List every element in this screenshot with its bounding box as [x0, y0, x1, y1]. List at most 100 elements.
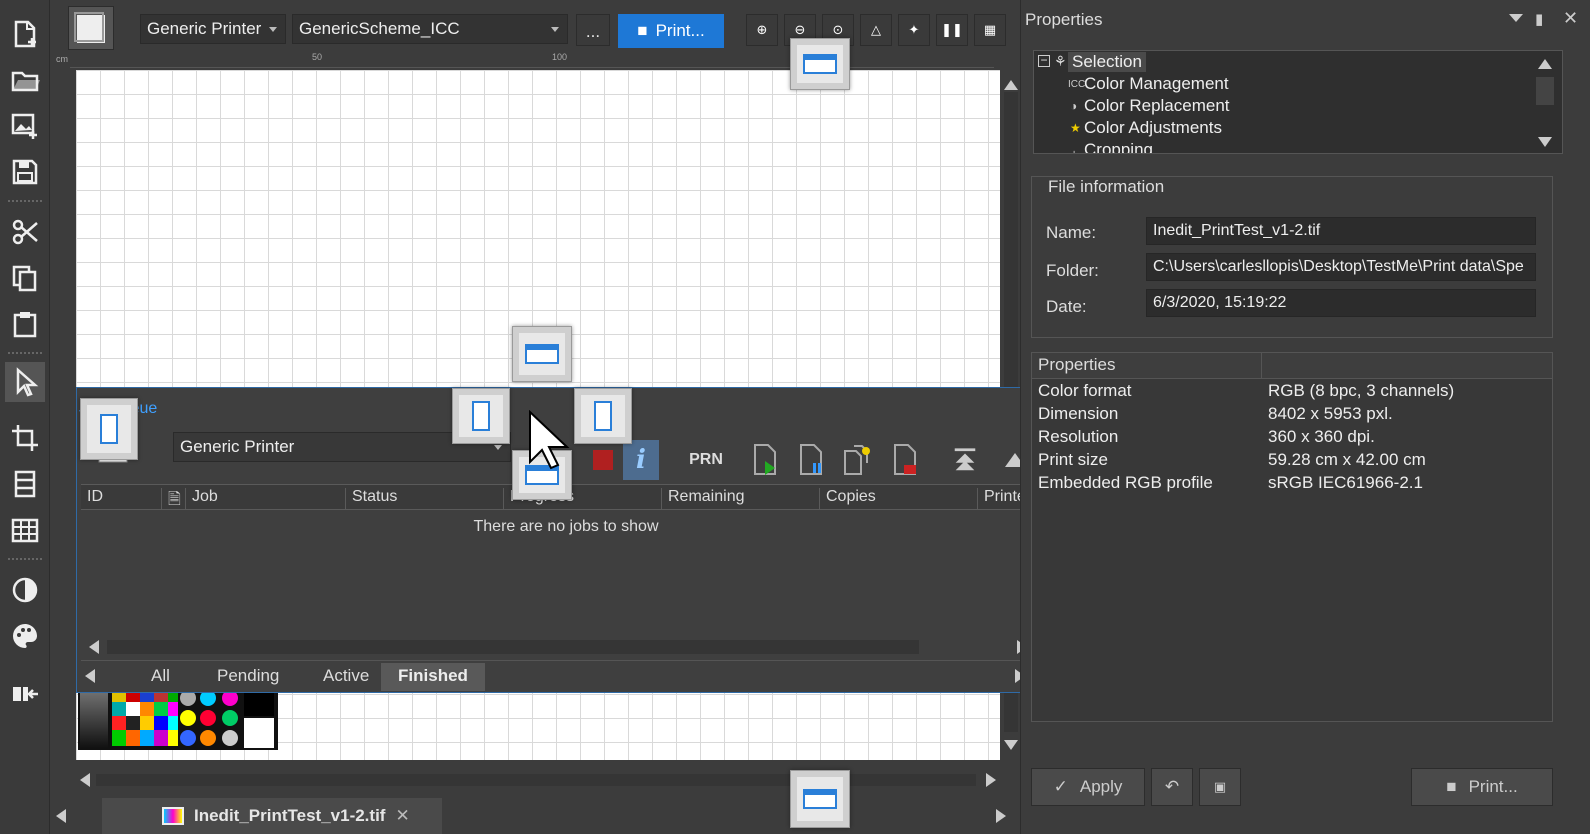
document-tab[interactable]: Inedit_PrintTest_v1-2.tif ✕	[102, 798, 442, 834]
col-status[interactable]: Status	[345, 488, 397, 510]
scroll-right-icon[interactable]	[986, 773, 996, 787]
tree-item-cropping[interactable]: Cropping	[1084, 140, 1153, 153]
duplicate-job-icon[interactable]	[839, 440, 875, 480]
prn-button[interactable]: PRN	[681, 440, 731, 480]
col-job[interactable]: Job	[185, 488, 218, 510]
date-field[interactable]: 6/3/2020, 15:19:22	[1146, 289, 1536, 317]
crop-icon[interactable]	[5, 418, 45, 458]
queue-printer-value: Generic Printer	[180, 437, 295, 456]
job-table-scrollbar[interactable]	[81, 636, 1051, 658]
scroll-left-icon[interactable]	[80, 773, 90, 787]
expand-icon[interactable]: ✦	[898, 14, 930, 46]
scheme-select[interactable]: GenericScheme_ICC	[292, 14, 568, 44]
close-panel-icon[interactable]: ✕	[1563, 8, 1578, 29]
toolbar-separator	[8, 200, 42, 202]
tree-scroll-down-icon[interactable]	[1538, 137, 1552, 147]
printer-icon[interactable]	[68, 6, 114, 50]
copy-icon[interactable]	[5, 258, 45, 298]
pause-job-icon[interactable]	[793, 440, 829, 480]
ruler-vertical	[52, 68, 70, 758]
tree-item-selection[interactable]: Selection	[1068, 52, 1146, 72]
col-remaining[interactable]: Remaining	[661, 488, 744, 510]
dock-top-guide[interactable]	[790, 38, 850, 90]
scroll-down-icon[interactable]	[1004, 740, 1018, 750]
check-icon: ✓	[1053, 777, 1068, 796]
panel-print-button[interactable]: ■ Print...	[1411, 768, 1553, 806]
dock-bottom-guide[interactable]	[790, 770, 850, 828]
ruler-unit: cm	[56, 54, 68, 64]
prop-name: Color format	[1038, 381, 1132, 400]
tree-scroll-up-icon[interactable]	[1538, 59, 1552, 69]
prn-label: PRN	[689, 451, 723, 468]
print-test-thumbnail	[78, 686, 278, 750]
print-button[interactable]: ■ Print...	[618, 14, 724, 48]
paste-icon[interactable]	[5, 304, 45, 344]
color-contrast-icon[interactable]	[5, 570, 45, 610]
palette-icon[interactable]	[5, 616, 45, 656]
info-icon[interactable]: i	[623, 440, 659, 480]
ruler-tick-label: 50	[312, 52, 323, 62]
folder-label: Folder:	[1046, 261, 1099, 280]
dock-center-left-guide[interactable]	[452, 388, 510, 444]
dock-window-icon	[525, 344, 559, 364]
tree-item-color-adjustments[interactable]: Color Adjustments	[1084, 118, 1222, 138]
add-image-icon[interactable]	[5, 106, 45, 146]
col-id[interactable]: ID	[81, 488, 103, 510]
prop-name: Resolution	[1038, 427, 1119, 446]
tab-active[interactable]: Active	[313, 663, 379, 691]
cut-icon[interactable]	[5, 212, 45, 252]
tab-pending[interactable]: Pending	[207, 663, 289, 691]
scroll-track	[107, 640, 919, 654]
tree-scroll-thumb[interactable]	[1536, 77, 1554, 105]
collapse-panel-icon[interactable]	[5, 674, 45, 714]
tree-item-color-management[interactable]: Color Management	[1084, 74, 1229, 94]
open-folder-icon[interactable]	[5, 60, 45, 100]
pointer-tool-icon[interactable]	[5, 362, 45, 402]
undo-icon[interactable]: ↶	[1151, 768, 1193, 806]
tree-item-color-replacement[interactable]: Color Replacement	[1084, 96, 1230, 116]
move-to-top-icon[interactable]	[947, 440, 983, 480]
tabs-scroll-right-icon[interactable]	[996, 809, 1006, 823]
panel-menu-icon[interactable]	[1509, 14, 1523, 22]
save-icon[interactable]	[5, 152, 45, 192]
prop-value: 8402 x 5953 pxl.	[1268, 404, 1393, 423]
delete-job-icon[interactable]	[887, 440, 923, 480]
panel-print-label: Print...	[1468, 777, 1518, 796]
grid-icon[interactable]	[5, 510, 45, 550]
tab-all[interactable]: All	[141, 663, 180, 691]
scroll-up-icon[interactable]	[1004, 80, 1018, 90]
stop-icon[interactable]	[585, 440, 621, 480]
save-small-icon[interactable]: ▣	[1199, 768, 1241, 806]
apply-button[interactable]: ✓ Apply	[1031, 768, 1145, 806]
dock-window-icon	[472, 401, 490, 431]
dock-center-top-guide[interactable]	[512, 326, 572, 382]
date-label: Date:	[1046, 297, 1087, 316]
arrange-icon[interactable]: △	[860, 14, 892, 46]
dock-left-guide[interactable]	[80, 398, 138, 460]
scroll-left-icon[interactable]	[89, 640, 99, 654]
zoom-in-icon[interactable]: ⊕	[746, 14, 778, 46]
start-job-icon[interactable]	[747, 440, 783, 480]
rows-icon[interactable]	[5, 464, 45, 504]
pin-icon[interactable]: ▮	[1535, 10, 1543, 28]
more-button[interactable]: ...	[576, 14, 610, 46]
close-tab-icon[interactable]: ✕	[395, 806, 409, 826]
layout-icon[interactable]: ▦	[974, 14, 1006, 46]
properties-panel: Properties ▮ ✕ − ⚘ Selection ICC Color M…	[1020, 0, 1590, 834]
tabs-left-icon[interactable]	[85, 669, 95, 683]
dock-center-right-guide[interactable]	[574, 388, 632, 444]
name-field[interactable]: Inedit_PrintTest_v1-2.tif	[1146, 217, 1536, 245]
tab-finished[interactable]: Finished	[381, 663, 485, 691]
columns-icon[interactable]: ❚❚	[936, 14, 968, 46]
settings-tree[interactable]: − ⚘ Selection ICC Color Management ◑ Col…	[1033, 50, 1563, 154]
collapse-icon[interactable]: −	[1038, 54, 1050, 67]
col-copies[interactable]: Copies	[819, 488, 876, 510]
printer-small-icon: ■	[637, 21, 648, 40]
folder-field[interactable]: C:\Users\carlesllopis\Desktop\TestMe\Pri…	[1146, 253, 1536, 281]
new-document-icon[interactable]	[5, 14, 45, 54]
printer-select[interactable]: Generic Printer	[140, 14, 286, 44]
ruler-horizontal: cm 50 100	[56, 50, 994, 68]
canvas-horizontal-scrollbar[interactable]	[76, 768, 1000, 792]
properties-grid-header-value	[1262, 353, 1552, 379]
tabs-scroll-left-icon[interactable]	[56, 809, 66, 823]
